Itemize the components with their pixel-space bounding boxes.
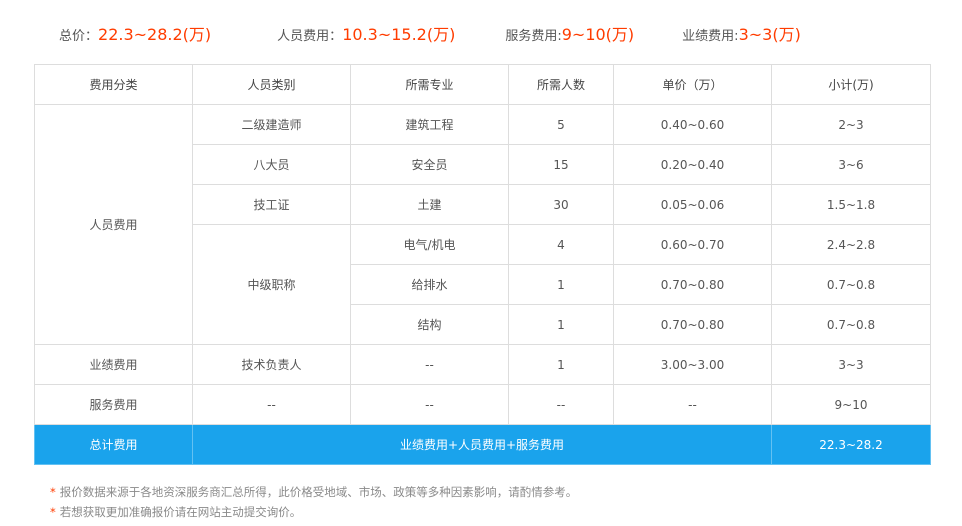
subtotal-cell: 9~10: [771, 384, 931, 425]
pricing-table: 费用分类 人员类别 所需专业 所需人数 单价（万） 小计(万) 人员费用 二级建…: [34, 64, 931, 465]
price-cell: --: [613, 384, 772, 425]
count-cell: 4: [508, 224, 614, 265]
count-cell: 5: [508, 104, 614, 145]
header-cell: 单价（万）: [613, 64, 772, 105]
price-cell: 0.70~0.80: [613, 264, 772, 305]
asterisk-icon: *: [50, 505, 56, 519]
summary-personnel: 人员费用： 10.3~15.2(万): [277, 21, 455, 45]
header-cell: 小计(万): [771, 64, 931, 105]
count-cell: --: [508, 384, 614, 425]
category-cell: 中级职称: [192, 224, 351, 345]
table-header-row: 费用分类 人员类别 所需专业 所需人数 单价（万） 小计(万): [34, 64, 931, 105]
summary-total-value: 22.3~28.2(万): [98, 25, 212, 44]
summary-total: 总价： 22.3~28.2(万): [59, 21, 211, 45]
price-cell: 0.70~0.80: [613, 304, 772, 345]
subtotal-cell: 2.4~2.8: [771, 224, 931, 265]
note-line-1: * 报价数据来源于各地资深服务商汇总所得，此价格受地域、市场、政策等多种因素影响，…: [50, 482, 577, 502]
note-text: 若想获取更加准确报价请在网站主动提交询价。: [59, 505, 302, 519]
subtotal-cell: 3~6: [771, 144, 931, 185]
major-cell: 建筑工程: [350, 104, 509, 145]
summary-service: 服务费用: 9~10(万): [505, 21, 634, 45]
header-cell: 人员类别: [192, 64, 351, 105]
price-cell: 0.05~0.06: [613, 184, 772, 225]
note-text: 报价数据来源于各地资深服务商汇总所得，此价格受地域、市场、政策等多种因素影响，请…: [59, 485, 578, 499]
price-cell: 0.20~0.40: [613, 144, 772, 185]
subtotal-cell: 3~3: [771, 344, 931, 385]
summary-service-value: 9~10(万): [561, 25, 635, 44]
total-formula-cell: 业绩费用+人员费用+服务费用: [192, 424, 772, 465]
table-row: 人员费用 二级建造师 建筑工程 5 0.40~0.60 2~3: [34, 104, 931, 345]
category-cell: 技术负责人: [192, 344, 351, 385]
subtotal-cell: 2~3: [771, 104, 931, 145]
count-cell: 15: [508, 144, 614, 185]
count-cell: 1: [508, 304, 614, 345]
count-cell: 1: [508, 344, 614, 385]
header-cell: 所需人数: [508, 64, 614, 105]
note-line-2: * 若想获取更加准确报价请在网站主动提交询价。: [50, 502, 577, 522]
group-cell-service: 服务费用: [34, 384, 193, 425]
header-cell: 所需专业: [350, 64, 509, 105]
summary-performance: 业绩费用: 3~3(万): [682, 21, 801, 45]
count-cell: 1: [508, 264, 614, 305]
major-cell: 结构: [350, 304, 509, 345]
major-cell: --: [350, 384, 509, 425]
asterisk-icon: *: [50, 485, 56, 499]
summary-total-label: 总价：: [59, 29, 99, 44]
subtotal-cell: 0.7~0.8: [771, 304, 931, 345]
subtotal-cell: 1.5~1.8: [771, 184, 931, 225]
summary-personnel-label: 人员费用：: [277, 29, 343, 44]
header-cell: 费用分类: [34, 64, 193, 105]
price-cell: 3.00~3.00: [613, 344, 772, 385]
group-cell-performance: 业绩费用: [34, 344, 193, 385]
price-cell: 0.60~0.70: [613, 224, 772, 265]
major-cell: 安全员: [350, 144, 509, 185]
table-row-total: 总计费用 业绩费用+人员费用+服务费用 22.3~28.2: [34, 424, 931, 465]
table-row-service: 服务费用 -- -- -- -- 9~10: [34, 384, 931, 425]
summary-performance-label: 业绩费用:: [682, 29, 739, 44]
total-label-cell: 总计费用: [34, 424, 193, 465]
category-cell: 技工证: [192, 184, 351, 225]
major-cell: 电气/机电: [350, 224, 509, 265]
subtotal-cell: 0.7~0.8: [771, 264, 931, 305]
total-value-cell: 22.3~28.2: [771, 424, 931, 465]
summary-performance-value: 3~3(万): [738, 25, 801, 44]
major-cell: 给排水: [350, 264, 509, 305]
price-summary: 总价： 22.3~28.2(万) 人员费用： 10.3~15.2(万) 服务费用…: [59, 21, 801, 45]
table-row-performance: 业绩费用 技术负责人 -- 1 3.00~3.00 3~3: [34, 344, 931, 385]
major-cell: --: [350, 344, 509, 385]
category-cell: 二级建造师: [192, 104, 351, 145]
category-cell: 八大员: [192, 144, 351, 185]
disclaimer-notes: * 报价数据来源于各地资深服务商汇总所得，此价格受地域、市场、政策等多种因素影响，…: [50, 482, 577, 522]
group-cell-personnel: 人员费用: [34, 104, 193, 345]
major-cell: 土建: [350, 184, 509, 225]
category-cell: --: [192, 384, 351, 425]
summary-personnel-value: 10.3~15.2(万): [342, 25, 456, 44]
count-cell: 30: [508, 184, 614, 225]
summary-service-label: 服务费用:: [505, 29, 562, 44]
price-cell: 0.40~0.60: [613, 104, 772, 145]
